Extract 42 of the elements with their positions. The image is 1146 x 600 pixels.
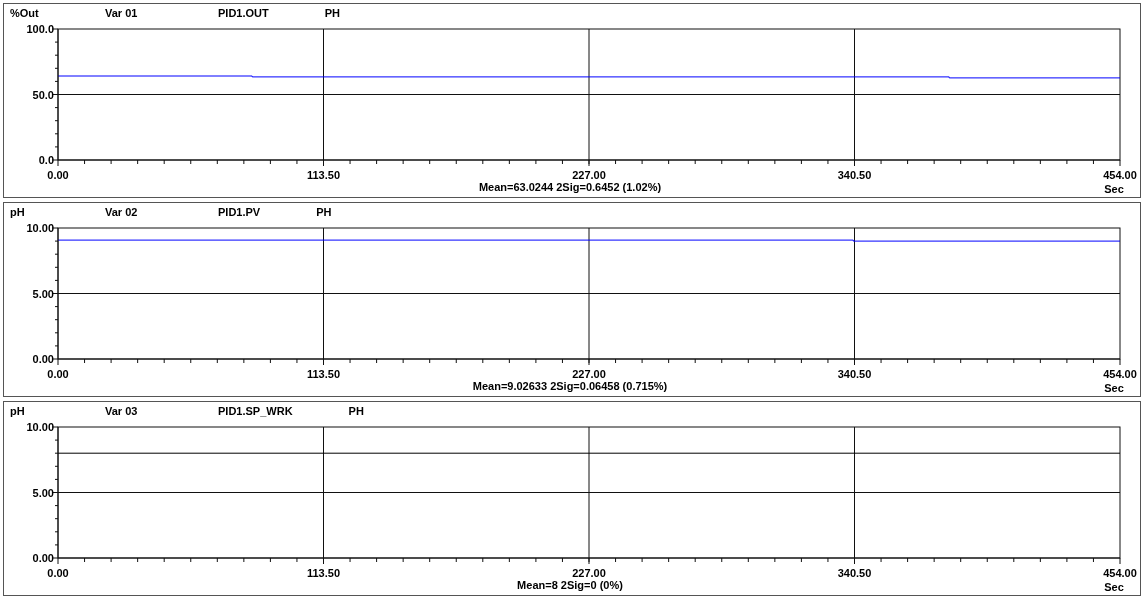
y-tick-label: 5.00 xyxy=(32,486,54,499)
y-tick-label: 10.00 xyxy=(26,222,54,234)
x-tick-label: 454.00 xyxy=(1103,567,1137,579)
statistics-text: Mean=63.0244 2Sig=0.6452 (1.02%) xyxy=(478,181,662,193)
x-tick-label: 340.50 xyxy=(837,169,872,181)
x-tick-label: 227.00 xyxy=(572,368,606,380)
x-tick-label: 113.50 xyxy=(307,368,340,380)
x-tick-label: 0.00 xyxy=(47,567,69,579)
x-tick-label: 454.00 xyxy=(1103,368,1137,380)
unit-label: %Out xyxy=(9,7,40,19)
x-tick-label: 113.50 xyxy=(307,169,340,181)
x-axis-title: Sec xyxy=(1104,581,1124,593)
unit-label: pH xyxy=(9,206,26,218)
engineering-unit-label: PH xyxy=(316,206,332,218)
y-tick-label: 100.0 xyxy=(26,23,54,35)
y-tick-label: 0.00 xyxy=(32,353,54,365)
x-tick-label: 227.00 xyxy=(572,567,606,579)
variable-label: Var 03 xyxy=(105,405,139,417)
x-tick-label: 340.50 xyxy=(837,368,872,380)
x-axis-title: Sec xyxy=(1104,382,1124,394)
x-axis-title: Sec xyxy=(1104,183,1124,195)
variable-label: Var 01 xyxy=(105,7,139,19)
statistics-text: Mean=9.02633 2Sig=0.06458 (0.715%) xyxy=(472,380,668,392)
tag-label: PID1.PV xyxy=(218,206,261,218)
statistics-text: Mean=8 2Sig=0 (0%) xyxy=(517,579,623,591)
y-tick-label: 0.00 xyxy=(32,552,54,564)
tag-label: PID1.SP_WRK xyxy=(218,405,293,417)
engineering-unit-label: PH xyxy=(324,7,340,19)
x-tick-label: 113.50 xyxy=(307,567,340,579)
x-tick-label: 0.00 xyxy=(47,368,69,380)
y-tick-label: 5.00 xyxy=(32,287,54,300)
x-tick-label: 227.00 xyxy=(572,169,606,181)
variable-label: Var 02 xyxy=(105,206,139,218)
engineering-unit-label: PH xyxy=(348,405,364,417)
y-tick-label: 50.0 xyxy=(32,88,54,101)
tag-label: PID1.OUT xyxy=(218,7,269,19)
y-tick-label: 10.00 xyxy=(26,421,54,433)
y-tick-label: 0.0 xyxy=(38,154,54,166)
unit-label: pH xyxy=(9,405,26,417)
x-tick-label: 454.00 xyxy=(1103,169,1137,181)
x-tick-label: 340.50 xyxy=(837,567,872,579)
x-tick-label: 0.00 xyxy=(47,169,69,181)
